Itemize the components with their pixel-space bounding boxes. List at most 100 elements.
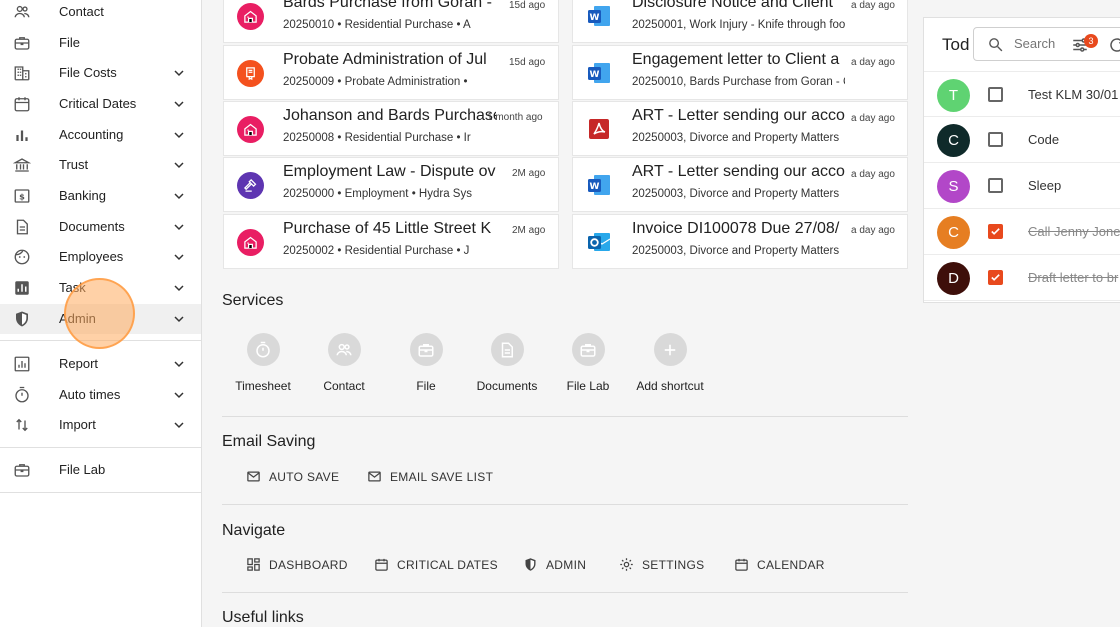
task-row[interactable]: C Code [924, 117, 1120, 163]
chevron-down-icon[interactable] [171, 280, 187, 296]
chevron-down-icon[interactable] [171, 65, 187, 81]
recent-file-card[interactable]: Johanson and Bards Purchase 20250008 • R… [223, 101, 559, 156]
recent-document-card[interactable]: Invoice DI100078 Due 27/08/ 20250003, Di… [572, 214, 908, 269]
sidebar-divider [0, 492, 201, 493]
sidebar-item-admin[interactable]: Admin [0, 304, 201, 334]
chevron-down-icon[interactable] [171, 127, 187, 143]
task-checkbox[interactable] [988, 178, 1003, 193]
task-checkbox[interactable] [988, 87, 1003, 102]
pdf-icon [586, 116, 613, 143]
contacts-icon [13, 3, 31, 21]
chevron-down-icon[interactable] [171, 188, 187, 204]
recent-file-card[interactable]: Probate Administration of Jul 20250009 •… [223, 45, 559, 100]
sidebar-item-trust[interactable]: Trust [0, 150, 201, 180]
auto-save-button[interactable]: AUTO SAVE [246, 469, 339, 484]
navigate-heading: Navigate [222, 522, 286, 539]
recent-file-card[interactable]: Purchase of 45 Little Street K 20250002 … [223, 214, 559, 269]
chevron-down-icon[interactable] [171, 311, 187, 327]
document-subtitle: 20250003, Divorce and Property Matters [632, 245, 840, 257]
task-row[interactable]: S Sleep [924, 163, 1120, 209]
chevron-down-icon[interactable] [171, 249, 187, 265]
document-title: ART - Letter sending our acco [632, 163, 845, 180]
file-subtitle: 20250000 • Employment • Hydra Sys [283, 188, 472, 200]
admin-button[interactable]: ADMIN [523, 557, 586, 572]
settings-button[interactable]: SETTINGS [619, 557, 704, 572]
calendar-icon [375, 558, 388, 571]
recent-document-card[interactable]: ART - Letter sending our acco 20250003, … [572, 101, 908, 156]
chevron-down-icon[interactable] [171, 157, 187, 173]
building-icon [13, 64, 31, 82]
document-title: Disclosure Notice and Client [632, 0, 833, 11]
sidebar-item-label: Accounting [59, 127, 124, 142]
refresh-icon[interactable] [1108, 36, 1120, 54]
avatar: S [937, 170, 970, 203]
file-subtitle: 20250009 • Probate Administration • [283, 76, 468, 88]
task-text: Code [1028, 132, 1060, 147]
word-icon: W [586, 3, 613, 30]
gear-icon [620, 558, 633, 571]
sidebar-item-accounting[interactable]: Accounting [0, 120, 201, 150]
button-label: DASHBOARD [269, 557, 348, 572]
sidebar-item-report[interactable]: Report [0, 349, 201, 379]
service-add-shortcut[interactable]: Add shortcut [620, 333, 720, 393]
sidebar-item-documents[interactable]: Documents [0, 212, 201, 242]
face-icon [13, 248, 31, 266]
document-timestamp: a day ago [851, 57, 895, 68]
file-timestamp: 15d ago [509, 0, 546, 11]
email-save-list-button[interactable]: EMAIL SAVE LIST [367, 469, 493, 484]
outlook-icon [586, 229, 613, 256]
recent-document-card[interactable]: W Disclosure Notice and Client 20250001,… [572, 0, 908, 43]
document-timestamp: a day ago [851, 113, 895, 124]
recent-document-card[interactable]: W ART - Letter sending our acco 20250003… [572, 157, 908, 212]
avatar: C [937, 216, 970, 249]
sidebar-item-contact[interactable]: Contact [0, 0, 201, 27]
section-divider [222, 504, 908, 505]
chevron-down-icon[interactable] [171, 417, 187, 433]
file-timestamp: 2M ago [512, 225, 546, 236]
file-timestamp: 15d ago [509, 57, 546, 68]
briefcase-icon [571, 333, 605, 366]
task-row[interactable]: T Test KLM 30/01 [924, 71, 1120, 117]
sidebar-item-banking[interactable]: $ Banking [0, 181, 201, 211]
sidebar-item-import[interactable]: Import [0, 410, 201, 440]
recent-file-card[interactable]: Bards Purchase from Goran - 1 20250010 •… [223, 0, 559, 43]
sidebar-item-file-costs[interactable]: File Costs [0, 58, 201, 88]
sidebar-item-file-lab[interactable]: File Lab [0, 455, 201, 485]
section-divider [222, 592, 908, 593]
chevron-down-icon[interactable] [171, 356, 187, 372]
recent-file-card[interactable]: Employment Law - Dispute ov 20250000 • E… [223, 157, 559, 212]
sidebar-item-employees[interactable]: Employees [0, 242, 201, 272]
check-icon [991, 274, 1000, 281]
task-checkbox[interactable] [988, 270, 1003, 285]
svg-text:W: W [590, 70, 600, 80]
button-label: EMAIL SAVE LIST [390, 469, 494, 484]
chevron-down-icon[interactable] [171, 219, 187, 235]
house-icon [237, 3, 264, 30]
sidebar-item-auto-times[interactable]: Auto times [0, 380, 201, 410]
sidebar-item-file[interactable]: File [0, 28, 201, 58]
file-title: Probate Administration of Jul [283, 51, 487, 68]
shield-icon [13, 310, 31, 328]
shield-icon [525, 558, 536, 571]
task-row[interactable]: D Draft letter to br [924, 255, 1120, 301]
task-checkbox[interactable] [988, 224, 1003, 239]
critical-dates-button[interactable]: CRITICAL DATES [374, 557, 498, 572]
task-checkbox[interactable] [988, 132, 1003, 147]
task-text: Test KLM 30/01 [1028, 87, 1119, 102]
document-icon [490, 333, 524, 366]
recent-document-card[interactable]: W Engagement letter to Client a 20250010… [572, 45, 908, 100]
calendar-button[interactable]: CALENDAR [734, 557, 825, 572]
briefcase-icon [13, 461, 31, 479]
sidebar-item-critical-dates[interactable]: Critical Dates [0, 89, 201, 119]
task-row[interactable]: C Call Jenny Jones [924, 209, 1120, 255]
chevron-down-icon[interactable] [171, 387, 187, 403]
chevron-down-icon[interactable] [171, 96, 187, 112]
sidebar: Contact File File Costs Critical Dates A… [0, 0, 202, 627]
task-search-box[interactable] [973, 27, 1120, 61]
task-search-input[interactable] [1014, 36, 1064, 51]
search-icon [989, 38, 1003, 52]
dashboard-button[interactable]: DASHBOARD [246, 557, 348, 572]
sidebar-item-task[interactable]: Task [0, 273, 201, 303]
report-icon [13, 355, 31, 373]
document-title: Engagement letter to Client a [632, 51, 840, 68]
